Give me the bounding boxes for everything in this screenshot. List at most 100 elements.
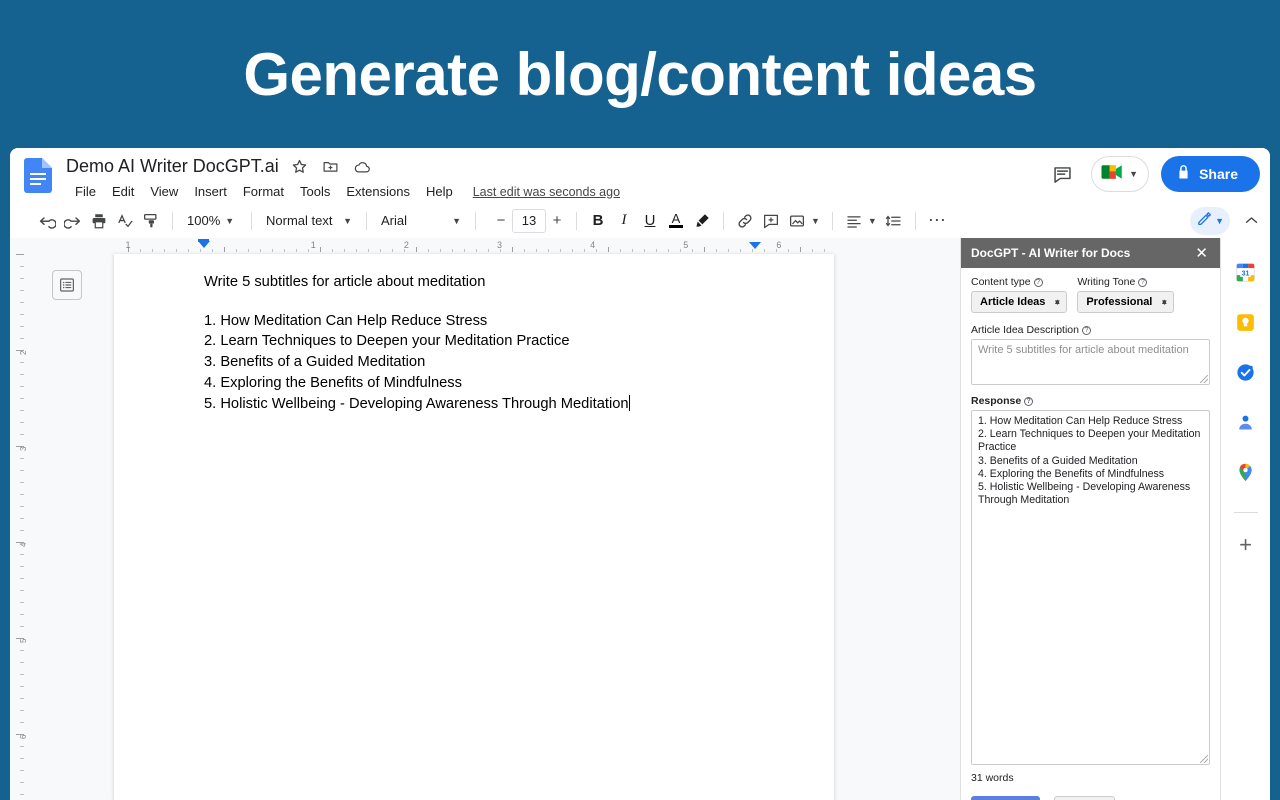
decrease-font-size-button[interactable]: −	[490, 209, 512, 233]
highlight-color-button[interactable]	[689, 208, 715, 234]
chevron-down-icon: ▼	[225, 215, 235, 226]
spellcheck-icon[interactable]	[112, 208, 138, 234]
info-icon[interactable]: ?	[1024, 396, 1034, 406]
text-color-button[interactable]: A	[663, 208, 689, 234]
menu-item-edit[interactable]: Edit	[104, 182, 142, 201]
editing-mode-button[interactable]: ▼	[1190, 206, 1230, 235]
document-page[interactable]: Write 5 subtitles for article about medi…	[114, 254, 834, 800]
paint-format-icon[interactable]	[138, 208, 164, 234]
ask-ai-button[interactable]: Ask AI	[971, 796, 1041, 800]
doc-list-item: 1. How Meditation Can Help Reduce Stress	[204, 312, 488, 329]
ruler-tick	[584, 249, 585, 252]
ruler-tick	[548, 249, 549, 252]
info-icon[interactable]: ?	[1033, 277, 1043, 287]
document-outline-button[interactable]	[52, 270, 82, 300]
menu-item-insert[interactable]: Insert	[186, 182, 235, 201]
ruler-tick	[536, 249, 537, 252]
ruler-tick	[20, 710, 24, 711]
close-icon[interactable]: ✕	[1191, 244, 1212, 263]
ruler-tick	[380, 249, 381, 252]
more-options-button[interactable]: ⋯	[924, 208, 950, 234]
move-to-folder-icon[interactable]	[321, 157, 341, 177]
info-icon[interactable]: ?	[1081, 325, 1091, 335]
response-line: 4. Exploring the Benefits of Mindfulness	[978, 467, 1165, 480]
response-textarea[interactable]: 1. How Meditation Can Help Reduce Stress…	[971, 410, 1210, 765]
ruler-number: 5	[683, 240, 689, 250]
menu-item-tools[interactable]: Tools	[292, 182, 338, 201]
paragraph-style-dropdown[interactable]: Normal text ▼	[260, 208, 358, 234]
docgpt-sidebar-title: DocGPT - AI Writer for Docs	[971, 246, 1131, 260]
line-spacing-button[interactable]	[881, 208, 907, 234]
ruler-tick	[20, 506, 24, 507]
google-maps-icon[interactable]	[1228, 454, 1264, 490]
page-title[interactable]: Demo AI Writer DocGPT.ai	[66, 156, 279, 177]
vertical-ruler[interactable]: 23456	[10, 238, 28, 800]
resize-handle[interactable]	[1200, 375, 1208, 383]
ruler-tick	[344, 249, 345, 252]
star-icon[interactable]	[290, 157, 310, 177]
add-apps-button[interactable]: +	[1228, 527, 1264, 563]
ruler-tick	[572, 249, 573, 252]
google-keep-icon[interactable]	[1228, 304, 1264, 340]
right-indent-marker[interactable]	[749, 242, 761, 249]
share-button-label: Share	[1199, 166, 1238, 182]
ruler-tick	[20, 398, 24, 399]
menu-item-help[interactable]: Help	[418, 182, 461, 201]
google-calendar-icon[interactable]: 31	[1228, 254, 1264, 290]
copy-button[interactable]: Copy	[1054, 796, 1116, 800]
cloud-saved-icon[interactable]	[352, 157, 372, 177]
menu-item-view[interactable]: View	[142, 182, 186, 201]
word-count-label: 31 words	[971, 772, 1014, 784]
toolbar-divider	[366, 211, 367, 230]
google-contacts-icon[interactable]	[1228, 404, 1264, 440]
ruler-number: 3	[497, 240, 503, 250]
chevron-down-icon: ▼	[452, 215, 461, 226]
menu-item-extensions[interactable]: Extensions	[338, 182, 418, 201]
ruler-tick	[20, 278, 24, 279]
font-family-dropdown[interactable]: Arial ▼	[375, 208, 467, 234]
text-align-dropdown[interactable]: ▼	[841, 208, 881, 234]
ruler-tick	[176, 249, 177, 252]
increase-font-size-button[interactable]: +	[546, 209, 568, 233]
first-line-indent-marker[interactable]	[198, 239, 209, 242]
writing-tone-select[interactable]: Professional ▲ ▼	[1077, 291, 1175, 313]
ruler-tick	[632, 249, 633, 252]
zoom-dropdown[interactable]: 100% ▼	[181, 208, 243, 234]
chevron-down-icon: ▼	[1129, 169, 1139, 179]
header-actions: ▼ Share	[1045, 156, 1260, 192]
content-type-select[interactable]: Article Ideas ▲ ▼	[971, 291, 1068, 313]
chevron-down-icon: ▼	[867, 215, 877, 226]
info-icon[interactable]: ?	[1138, 277, 1148, 287]
google-meet-button[interactable]: ▼	[1091, 156, 1150, 192]
horizontal-ruler[interactable]: 1 1 2 3 4 5 6	[114, 238, 834, 254]
font-size-value[interactable]: 13	[512, 208, 546, 233]
google-docs-window: Demo AI Writer DocGPT.ai File Edit View …	[10, 148, 1270, 800]
response-line: 1. How Meditation Can Help Reduce Stress	[978, 415, 1183, 427]
undo-icon[interactable]	[34, 208, 60, 234]
add-comment-button[interactable]	[758, 208, 784, 234]
content-type-label-text: Content type	[971, 276, 1031, 288]
article-idea-description-input[interactable]: Write 5 subtitles for article about medi…	[971, 339, 1210, 385]
insert-link-button[interactable]	[732, 208, 758, 234]
collapse-toolbar-button[interactable]	[1238, 208, 1264, 234]
ruler-tick	[752, 249, 753, 252]
share-button[interactable]: Share	[1161, 156, 1260, 192]
document-text[interactable]: Write 5 subtitles for article about medi…	[204, 272, 794, 414]
print-icon[interactable]	[86, 208, 112, 234]
last-edit-status[interactable]: Last edit was seconds ago	[473, 185, 620, 199]
docs-header: Demo AI Writer DocGPT.ai File Edit View …	[10, 148, 1270, 204]
insert-image-dropdown[interactable]: ▼	[784, 208, 824, 234]
underline-button[interactable]: U	[637, 208, 663, 234]
redo-icon[interactable]	[60, 208, 86, 234]
italic-button[interactable]: I	[611, 208, 637, 234]
menu-item-file[interactable]: File	[67, 182, 104, 201]
ruler-tick	[188, 249, 189, 252]
comment-history-button[interactable]	[1045, 157, 1079, 191]
google-tasks-icon[interactable]	[1228, 354, 1264, 390]
left-indent-marker[interactable]	[198, 241, 210, 248]
ruler-tick	[560, 249, 561, 252]
resize-handle[interactable]	[1200, 755, 1208, 763]
docgpt-sidebar: DocGPT - AI Writer for Docs ✕ Content ty…	[960, 238, 1220, 800]
bold-button[interactable]: B	[585, 208, 611, 234]
menu-item-format[interactable]: Format	[235, 182, 292, 201]
